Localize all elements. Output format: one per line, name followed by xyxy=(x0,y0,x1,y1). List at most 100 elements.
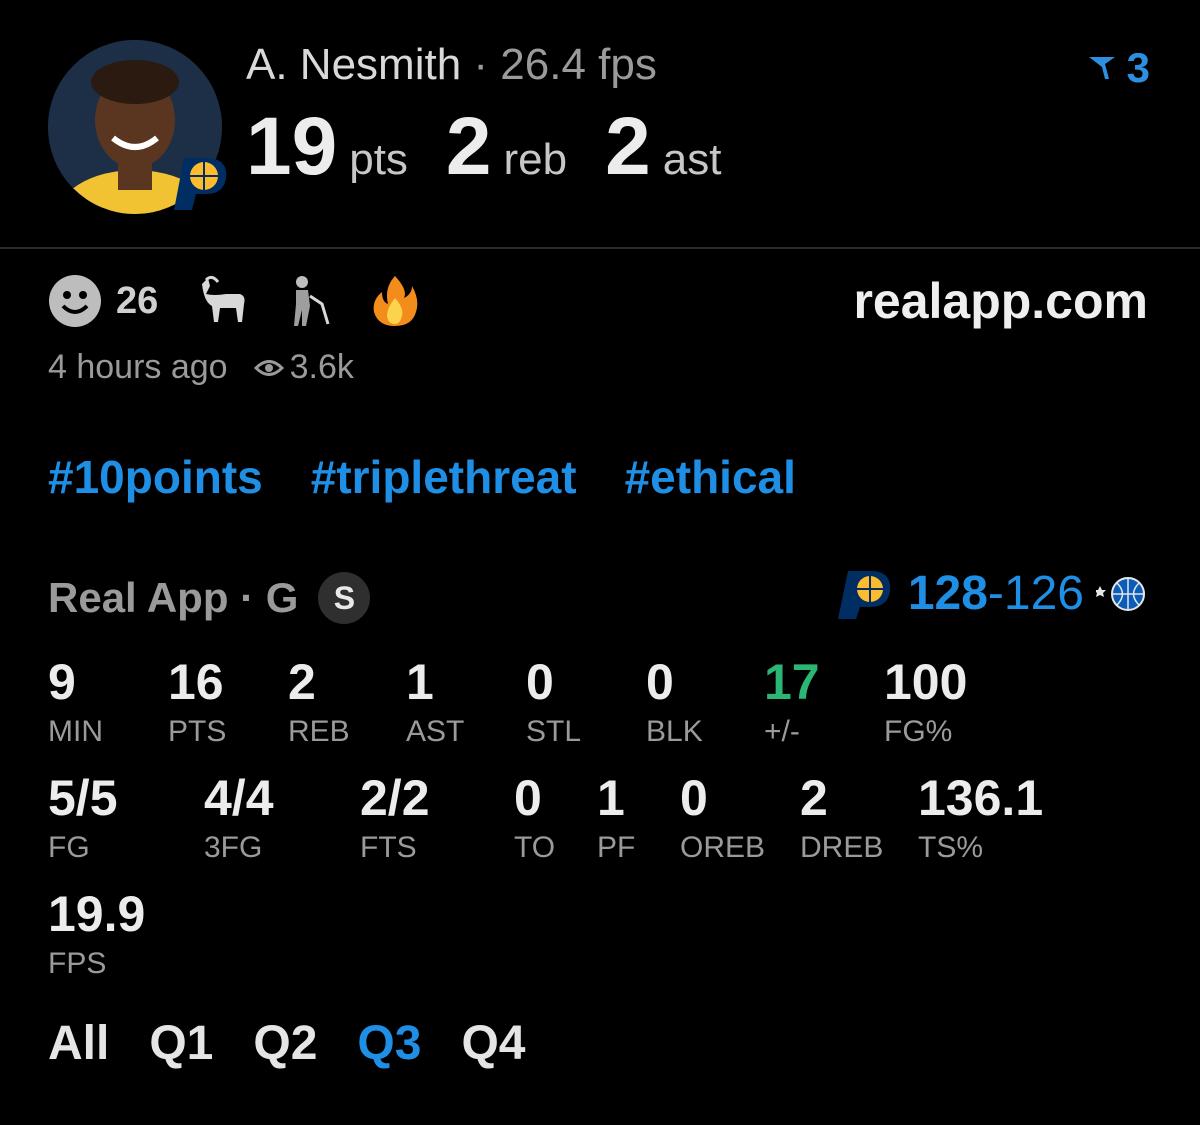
stat-label: FG% xyxy=(884,715,953,748)
stat-value: 2/2 xyxy=(360,770,430,826)
magic-logo-icon xyxy=(1096,576,1145,611)
stat-reb: 2 REB xyxy=(288,657,350,747)
pts-value: 19 xyxy=(246,101,338,192)
quarter-tabs: All Q1 Q2 Q3 Q4 xyxy=(48,1016,525,1071)
hashtags: #10points #triplethreat #ethical xyxy=(48,450,796,504)
goat-reaction-button[interactable] xyxy=(196,274,250,328)
rank-indicator[interactable]: 3 xyxy=(1087,44,1150,92)
stat-label: AST xyxy=(406,715,465,748)
player-title: A. Nesmith · 26.4 fps xyxy=(246,40,657,90)
stat-plus-minus: 17 +/- xyxy=(764,657,820,747)
stat-dreb: 2 DREB xyxy=(800,773,883,863)
stat-value: 16 xyxy=(168,654,224,710)
goat-icon xyxy=(202,275,245,322)
stat-value: 17 xyxy=(764,654,820,710)
stat-label: PF xyxy=(597,831,636,864)
stat-label: FG xyxy=(48,831,90,864)
stat-fg-pct: 100 FG% xyxy=(884,657,967,747)
stat-value: 2 xyxy=(800,770,828,826)
stat-label: TO xyxy=(514,831,556,864)
stat-value: 0 xyxy=(680,770,708,826)
reb-value: 2 xyxy=(445,101,492,192)
stat-value: 1 xyxy=(406,654,434,710)
stat-to: 0 TO xyxy=(514,773,555,863)
stat-label: MIN xyxy=(48,715,103,748)
tab-q2[interactable]: Q2 xyxy=(253,1016,317,1071)
stat-value: 5/5 xyxy=(48,770,118,826)
game-score[interactable]: 128-126 xyxy=(836,566,1148,621)
stat-label: FPS xyxy=(48,947,107,980)
reb-label: reb xyxy=(503,135,568,184)
old-man-cane-icon xyxy=(294,276,330,326)
stat-value: 2 xyxy=(288,654,316,710)
pacers-logo-icon xyxy=(837,570,891,619)
stat-fg: 5/5 FG xyxy=(48,773,118,863)
stat-min: 9 MIN xyxy=(48,657,103,747)
stat-label: OREB xyxy=(680,831,766,864)
stat-fts: 2/2 FTS xyxy=(360,773,430,863)
player-name: A. Nesmith xyxy=(246,40,462,89)
headline-stats: 19 pts 2 reb 2 ast xyxy=(246,100,759,194)
stat-value: 0 xyxy=(514,770,542,826)
stat-fps: 19.9 FPS xyxy=(48,889,145,979)
stat-value: 1 xyxy=(597,770,625,826)
reaction-count: 26 xyxy=(116,279,159,322)
fire-icon xyxy=(373,276,418,326)
stat-label: STL xyxy=(526,715,582,748)
eye-icon xyxy=(253,359,284,376)
hashtag[interactable]: #triplethreat xyxy=(311,450,577,504)
score-dash: - xyxy=(987,567,1004,620)
pacers-logo-icon xyxy=(166,148,232,214)
ast-value: 2 xyxy=(605,101,651,192)
stat-value: 0 xyxy=(526,654,554,710)
stat-value: 19.9 xyxy=(48,886,146,942)
stat-value: 100 xyxy=(884,654,968,710)
rank-value: 3 xyxy=(1126,44,1150,91)
score-text: 128-126 xyxy=(908,566,1084,621)
tab-q3[interactable]: Q3 xyxy=(357,1016,421,1071)
pts-label: pts xyxy=(349,135,408,184)
stat-ast: 1 AST xyxy=(406,657,464,747)
stat-pf: 1 PF xyxy=(597,773,635,863)
view-count: 3.6k xyxy=(253,348,354,387)
stat-ts-pct: 136.1 TS% xyxy=(918,773,1043,863)
hashtag[interactable]: #ethical xyxy=(625,450,796,504)
views-value: 3.6k xyxy=(289,348,354,386)
stat-label: FTS xyxy=(360,831,417,864)
header-divider xyxy=(0,247,1200,249)
s-badge: S xyxy=(318,572,371,624)
stat-label: DREB xyxy=(800,831,884,864)
tab-q4[interactable]: Q4 xyxy=(461,1016,525,1071)
stat-label: TS% xyxy=(918,831,984,864)
stat-label: +/- xyxy=(764,715,800,748)
stat-value: 4/4 xyxy=(204,770,274,826)
stat-value: 136.1 xyxy=(918,770,1044,826)
stat-oreb: 0 OREB xyxy=(680,773,765,863)
ast-label: ast xyxy=(662,135,722,184)
time-ago: 4 hours ago xyxy=(48,348,228,386)
site-link[interactable]: realapp.com xyxy=(853,272,1148,330)
game-label-text: Real App · G xyxy=(48,574,299,621)
title-separator: · xyxy=(473,40,489,89)
fire-reaction-button[interactable] xyxy=(368,274,422,328)
post-meta: 4 hours ago 3.6k xyxy=(48,348,354,387)
stat-stl: 0 STL xyxy=(526,657,581,747)
stat-value: 9 xyxy=(48,654,76,710)
stat-value: 0 xyxy=(646,654,674,710)
tab-all[interactable]: All xyxy=(48,1016,109,1071)
smiley-reaction-button[interactable] xyxy=(48,274,102,328)
cane-reaction-button[interactable] xyxy=(282,274,336,328)
hashtag[interactable]: #10points xyxy=(48,450,263,504)
score-home: 128 xyxy=(907,567,988,620)
stat-pts: 16 PTS xyxy=(168,657,226,747)
stat-label: REB xyxy=(288,715,350,748)
reactions-row: 26 xyxy=(48,274,440,328)
stat-label: BLK xyxy=(646,715,703,748)
game-label: Real App · G S xyxy=(48,572,371,624)
stat-label: 3FG xyxy=(204,831,263,864)
tab-q1[interactable]: Q1 xyxy=(149,1016,213,1071)
score-away: 126 xyxy=(1003,567,1084,620)
smiley-icon xyxy=(49,275,101,327)
rank-chevron-icon xyxy=(1088,57,1115,79)
stat-3fg: 4/4 3FG xyxy=(204,773,274,863)
